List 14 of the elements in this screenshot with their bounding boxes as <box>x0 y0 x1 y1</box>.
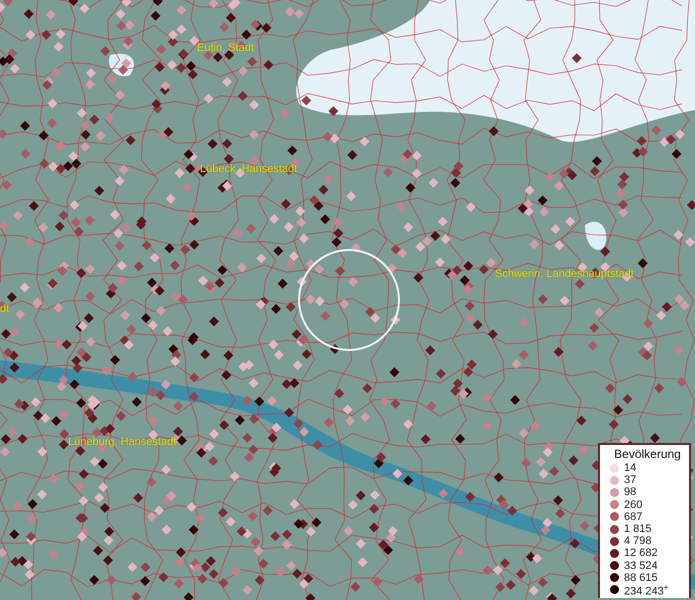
legend-label: 37 <box>624 474 636 486</box>
place-label: dt <box>0 303 10 315</box>
legend-label: 14 <box>624 462 636 474</box>
legend-label: 1 815 <box>624 523 652 536</box>
legend-label: 12 682 <box>624 547 658 560</box>
legend-label: 4 798 <box>624 535 652 548</box>
place-label: Eutin, Stadt <box>197 42 254 54</box>
legend-label: 33 524 <box>624 560 658 572</box>
legend-label: 88 615 <box>624 572 658 584</box>
legend-label: 260 <box>624 498 642 511</box>
legend-label: 234 243$^{+}$ <box>624 582 668 598</box>
legend-label: 98 <box>624 486 636 498</box>
legend-title: Bevölkerung <box>613 447 682 461</box>
legend-label: 687 <box>624 510 642 523</box>
